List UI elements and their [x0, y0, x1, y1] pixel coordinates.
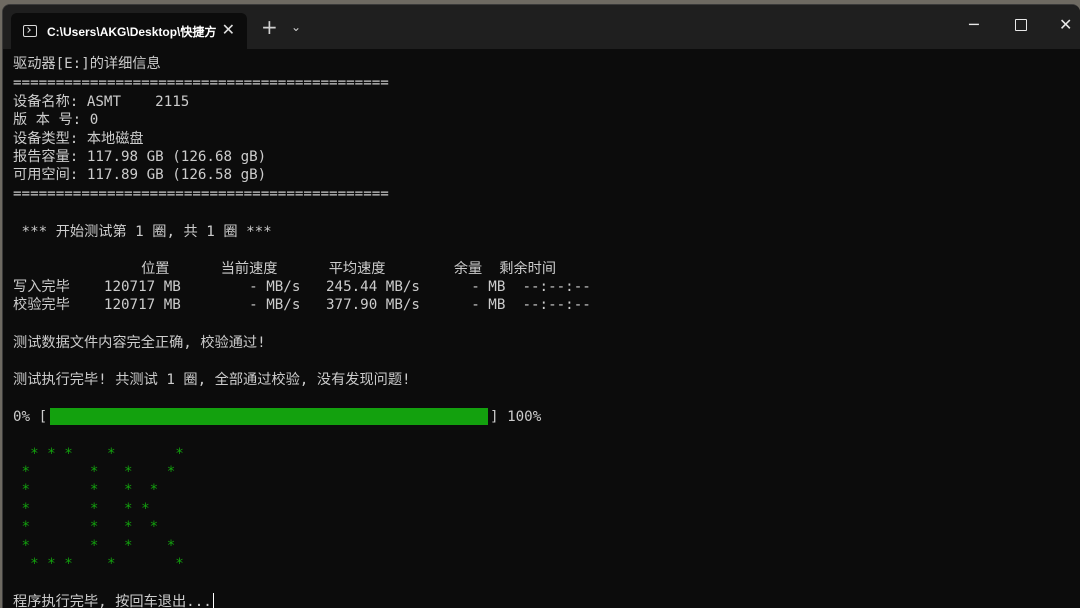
verify-pass-message: 测试数据文件内容完全正确, 校验通过!	[13, 335, 266, 351]
device-type-line: 设备类型: 本地磁盘	[13, 131, 144, 147]
tab-title: C:\Users\AKG\Desktop\快捷方	[47, 24, 217, 39]
separator-line: ========================================…	[13, 186, 389, 202]
test-complete-message: 测试执行完毕! 共测试 1 圈, 全部通过校验, 没有发现问题!	[13, 372, 411, 388]
maximize-button[interactable]	[1015, 15, 1027, 36]
ok-art-line: * * * *	[13, 464, 176, 480]
ok-art-line: * * * *	[13, 501, 150, 517]
title-bar: C:\Users\AKG\Desktop\快捷方 ✕ + ⌄ ─ ✕	[3, 5, 1080, 49]
table-header: 位置 当前速度 平均速度 余量 剩余时间	[13, 261, 557, 277]
progress-bar	[50, 408, 488, 425]
free-space-line: 可用空间: 117.89 GB (126.58 gB)	[13, 167, 267, 183]
progress-end-label: ] 100%	[490, 409, 542, 425]
close-window-button[interactable]: ✕	[1059, 15, 1072, 35]
drive-info-heading: 驱动器[E:]的详细信息	[13, 56, 161, 72]
table-row-verify: 校验完毕 120717 MB - MB/s 377.90 MB/s - MB -…	[13, 297, 591, 313]
ok-art-line: * * * * *	[13, 556, 184, 572]
maximize-icon	[1015, 19, 1027, 31]
device-name-line: 设备名称: ASMT 2115	[13, 94, 190, 110]
version-line: 版 本 号: 0	[13, 112, 99, 128]
separator-line: ========================================…	[13, 75, 389, 91]
ok-art-line: * * * *	[13, 519, 159, 535]
exit-prompt: 程序执行完毕, 按回车退出...	[13, 593, 214, 608]
test-round-banner: *** 开始测试第 1 圈, 共 1 圈 ***	[13, 224, 272, 240]
text-cursor	[212, 593, 214, 608]
terminal-icon	[23, 25, 37, 37]
new-tab-button[interactable]: +	[261, 17, 278, 37]
exit-prompt-text: 程序执行完毕, 按回车退出...	[13, 594, 212, 608]
ok-art-line: * * * * *	[13, 446, 184, 462]
ok-art-line: * * * *	[13, 482, 159, 498]
chevron-down-icon[interactable]: ⌄	[291, 19, 301, 35]
reported-capacity-line: 报告容量: 117.98 GB (126.68 gB)	[13, 149, 267, 165]
tab-close-icon[interactable]: ✕	[222, 21, 235, 39]
progress-start-label: 0% [	[13, 409, 48, 425]
ok-art-line: * * * *	[13, 538, 176, 554]
terminal-window: C:\Users\AKG\Desktop\快捷方 ✕ + ⌄ ─ ✕ 驱动器[E…	[2, 4, 1080, 608]
table-row-write: 写入完毕 120717 MB - MB/s 245.44 MB/s - MB -…	[13, 279, 591, 295]
terminal-tab[interactable]: C:\Users\AKG\Desktop\快捷方 ✕	[11, 13, 247, 49]
minimize-button[interactable]: ─	[969, 15, 979, 35]
terminal-content[interactable]: 驱动器[E:]的详细信息 ===========================…	[13, 49, 1080, 608]
